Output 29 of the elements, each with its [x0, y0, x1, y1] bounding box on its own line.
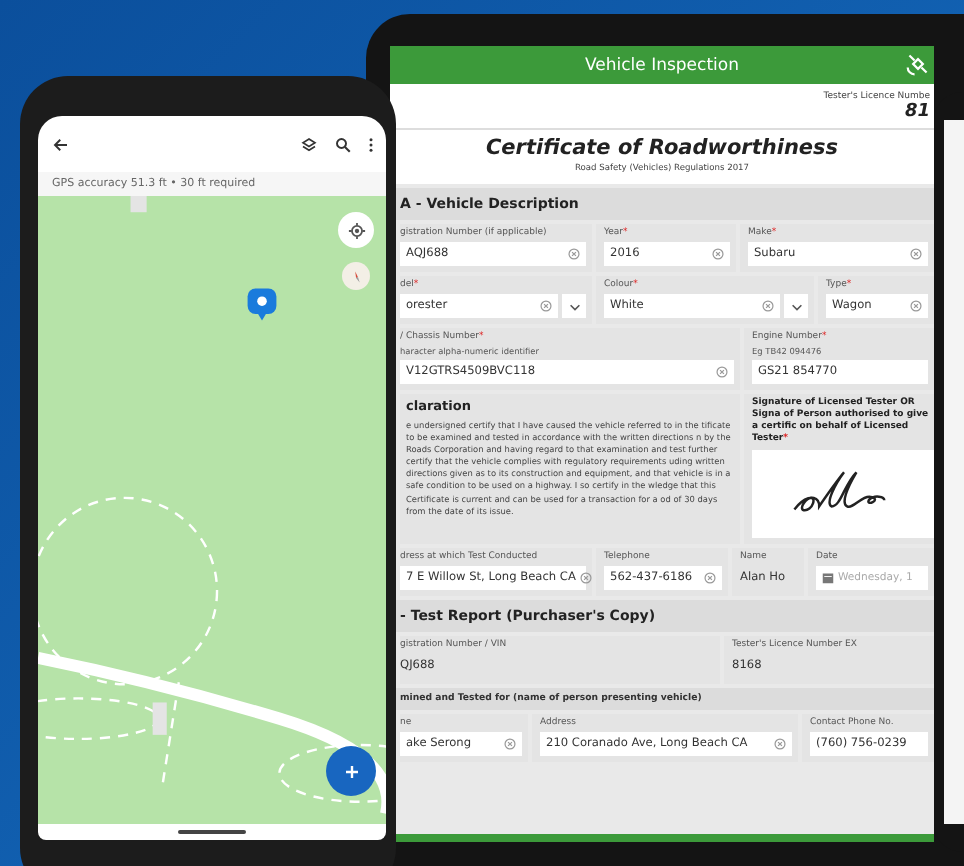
clear-icon[interactable]	[568, 248, 580, 260]
clear-icon[interactable]	[910, 248, 922, 260]
search-icon[interactable]	[334, 135, 352, 153]
location-pin-icon	[246, 286, 278, 326]
clear-icon[interactable]	[712, 248, 724, 260]
layers-icon[interactable]	[300, 135, 318, 153]
clear-icon[interactable]	[774, 738, 786, 751]
signature-pad[interactable]	[752, 450, 934, 539]
clear-icon[interactable]	[504, 738, 516, 751]
chevron-down-icon	[789, 299, 803, 313]
app-title: Vehicle Inspection	[584, 55, 739, 75]
home-indicator	[178, 830, 246, 834]
clear-icon[interactable]	[579, 572, 592, 585]
clear-icon[interactable]	[716, 366, 728, 378]
clear-icon[interactable]	[762, 300, 774, 312]
calendar-icon	[822, 572, 834, 585]
plus-icon	[341, 761, 361, 781]
dropdown-button[interactable]	[562, 294, 586, 318]
dropdown-button[interactable]	[784, 294, 808, 318]
clear-icon[interactable]	[540, 300, 552, 312]
chevron-down-icon	[567, 299, 581, 313]
clear-icon[interactable]	[910, 300, 922, 312]
clear-icon[interactable]	[704, 572, 716, 585]
more-options-icon[interactable]	[368, 135, 374, 153]
back-arrow-icon[interactable]	[52, 135, 70, 153]
certificate-title: Certificate of Roadworthiness	[485, 136, 839, 160]
satellite-icon[interactable]	[906, 52, 930, 76]
licence-number: 81	[904, 102, 930, 122]
crosshair-icon	[347, 221, 365, 239]
